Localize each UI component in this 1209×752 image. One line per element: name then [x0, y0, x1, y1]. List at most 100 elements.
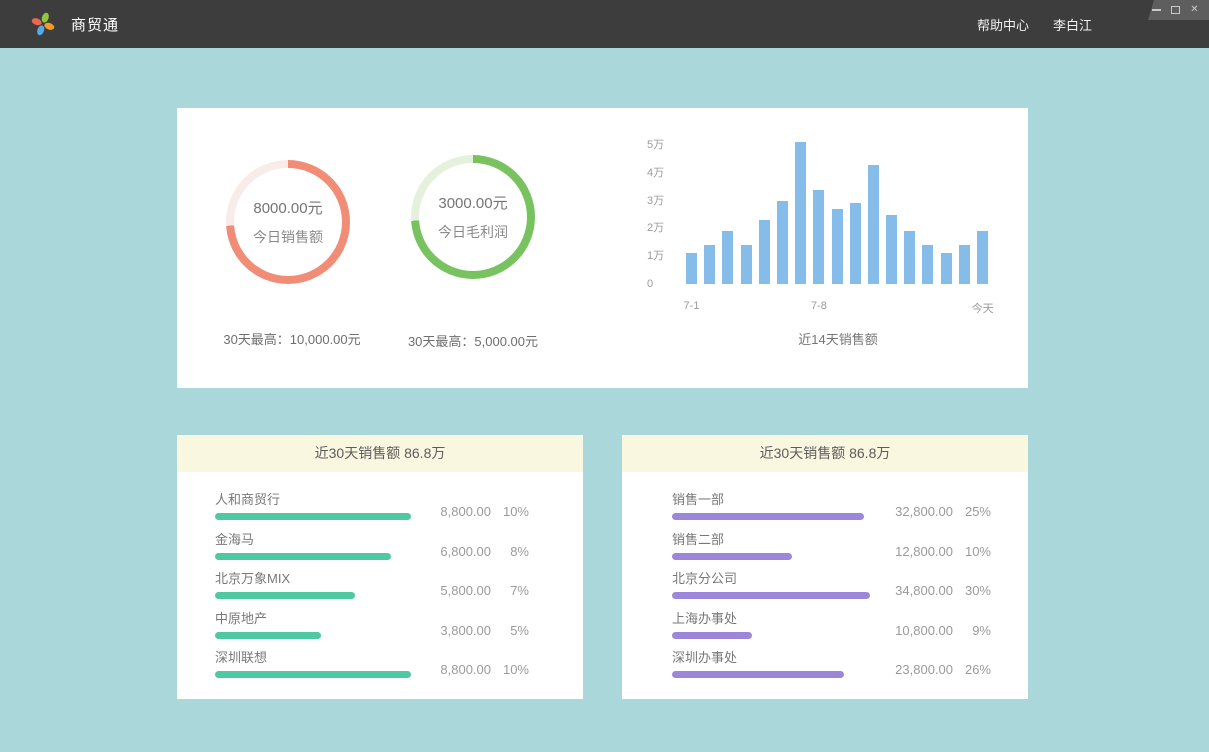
titlebar: 商贸通 帮助中心 李白江 ✕	[0, 0, 1209, 48]
list-item-values: 34,800.0030%	[879, 583, 991, 598]
list-item-bar	[215, 632, 321, 639]
sales-bar	[759, 220, 770, 284]
sales-bar	[795, 142, 806, 284]
sales-bar	[904, 231, 915, 284]
list-item-bar	[215, 671, 411, 678]
y-tick-label: 5万	[647, 138, 687, 152]
list-item: 中原地产3,800.005%	[215, 608, 583, 648]
list-item-amount: 8,800.00	[417, 662, 491, 677]
list-item: 人和商贸行8,800.0010%	[215, 489, 583, 529]
customer-sales-card-title: 近30天销售额 86.8万	[177, 435, 583, 472]
sales-bar	[704, 245, 715, 284]
sales-bar	[941, 253, 952, 284]
list-item: 深圳办事处23,800.0026%	[672, 647, 1028, 687]
list-item-bar	[672, 553, 792, 560]
list-item-values: 8,800.0010%	[417, 662, 529, 677]
today-profit-value: 3000.00元	[438, 192, 507, 213]
list-item-percent: 10%	[491, 662, 529, 677]
list-item: 销售二部12,800.0010%	[672, 529, 1028, 569]
list-item-percent: 8%	[491, 544, 529, 559]
today-sales-value: 8000.00元	[253, 197, 322, 218]
customer-sales-card: 近30天销售额 86.8万 人和商贸行8,800.0010%金海马6,800.0…	[177, 435, 583, 699]
today-profit-donut: 3000.00元 今日毛利润	[411, 155, 535, 279]
sales-bar	[922, 245, 933, 284]
list-item: 销售一部32,800.0025%	[672, 489, 1028, 529]
y-tick-label: 0	[647, 277, 687, 291]
list-item-bar	[672, 671, 844, 678]
department-sales-card-title: 近30天销售额 86.8万	[622, 435, 1028, 472]
list-item-values: 6,800.008%	[417, 544, 529, 559]
sales-bar	[686, 253, 697, 284]
list-item: 上海办事处10,800.009%	[672, 608, 1028, 648]
list-item-amount: 12,800.00	[879, 544, 953, 559]
help-center-link[interactable]: 帮助中心	[977, 15, 1029, 34]
app-logo-icon	[30, 11, 56, 37]
list-item-amount: 32,800.00	[879, 504, 953, 519]
department-sales-list: 销售一部32,800.0025%销售二部12,800.0010%北京分公司34,…	[622, 472, 1028, 687]
list-item: 金海马6,800.008%	[215, 529, 583, 569]
list-item: 北京万象MIX5,800.007%	[215, 568, 583, 608]
list-item-bar	[215, 553, 391, 560]
department-sales-card: 近30天销售额 86.8万 销售一部32,800.0025%销售二部12,800…	[622, 435, 1028, 699]
window-controls: ✕	[1145, 0, 1209, 20]
customer-sales-list: 人和商贸行8,800.0010%金海马6,800.008%北京万象MIX5,80…	[177, 472, 583, 687]
list-item-values: 5,800.007%	[417, 583, 529, 598]
titlebar-right: 帮助中心 李白江	[977, 15, 1092, 34]
sales-bar	[977, 231, 988, 284]
list-item-values: 3,800.005%	[417, 623, 529, 638]
app-title: 商贸通	[71, 14, 119, 35]
list-item-values: 10,800.009%	[879, 623, 991, 638]
minimize-icon[interactable]	[1151, 4, 1162, 16]
list-item-values: 8,800.0010%	[417, 504, 529, 519]
username-menu[interactable]: 李白江	[1053, 15, 1092, 34]
sales-bar	[868, 165, 879, 285]
sales-bar	[813, 190, 824, 285]
list-item-bar	[672, 632, 752, 639]
x-tick-label: 7-1	[684, 300, 700, 312]
list-item-bar	[215, 592, 355, 599]
list-item-percent: 26%	[953, 662, 991, 677]
sales-bar	[722, 231, 733, 284]
bar-chart-caption: 近14天销售额	[686, 329, 990, 348]
overview-card: 8000.00元 今日销售额 30天最高：10,000.00元 3000.00元…	[177, 108, 1028, 388]
today-sales-label: 今日销售额	[253, 227, 323, 247]
sales-bar	[959, 245, 970, 284]
list-item-amount: 23,800.00	[879, 662, 953, 677]
list-item-percent: 5%	[491, 623, 529, 638]
y-tick-label: 3万	[647, 194, 687, 208]
list-item-values: 23,800.0026%	[879, 662, 991, 677]
y-tick-label: 4万	[647, 166, 687, 180]
list-item-amount: 10,800.00	[879, 623, 953, 638]
close-icon[interactable]: ✕	[1189, 4, 1200, 16]
sales-bar	[886, 215, 897, 285]
list-item: 北京分公司34,800.0030%	[672, 568, 1028, 608]
sales-bar	[850, 203, 861, 284]
list-item-percent: 10%	[953, 544, 991, 559]
list-item-amount: 3,800.00	[417, 623, 491, 638]
today-profit-label: 今日毛利润	[438, 222, 508, 242]
list-item-values: 12,800.0010%	[879, 544, 991, 559]
sales-bar	[741, 245, 752, 284]
sales-bar-chart	[686, 145, 990, 284]
y-tick-label: 1万	[647, 249, 687, 263]
list-item-percent: 7%	[491, 583, 529, 598]
x-tick-label: 7-8	[811, 300, 827, 312]
maximize-icon[interactable]	[1170, 4, 1181, 16]
list-item-percent: 10%	[491, 504, 529, 519]
list-item-values: 32,800.0025%	[879, 504, 991, 519]
list-item-amount: 8,800.00	[417, 504, 491, 519]
sales-bar	[832, 209, 843, 284]
list-item-amount: 34,800.00	[879, 583, 953, 598]
list-item-percent: 30%	[953, 583, 991, 598]
list-item-bar	[672, 592, 870, 599]
sales-bar	[777, 201, 788, 284]
x-tick-label: 今天	[972, 300, 994, 316]
list-item-percent: 25%	[953, 504, 991, 519]
list-item-amount: 6,800.00	[417, 544, 491, 559]
list-item-amount: 5,800.00	[417, 583, 491, 598]
list-item: 深圳联想8,800.0010%	[215, 647, 583, 687]
profit-30day-max: 30天最高：5,000.00元	[343, 331, 603, 350]
list-item-percent: 9%	[953, 623, 991, 638]
today-sales-donut: 8000.00元 今日销售额	[226, 160, 350, 284]
y-tick-label: 2万	[647, 221, 687, 235]
